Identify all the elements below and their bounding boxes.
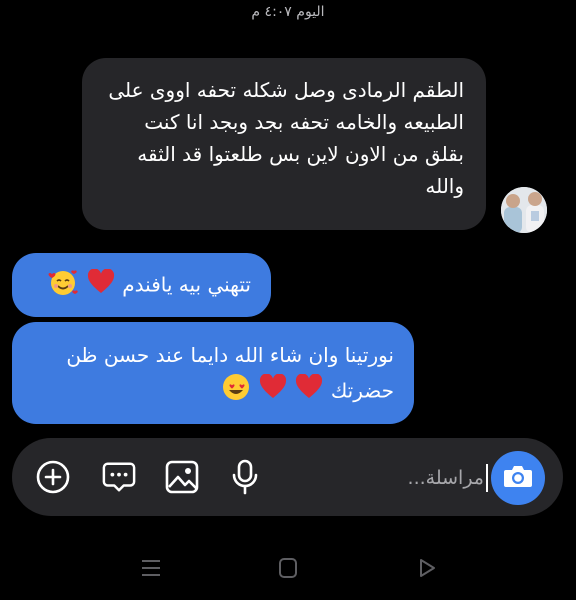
smiling-face-with-hearts-icon (47, 267, 79, 305)
microphone-icon[interactable] (228, 459, 262, 495)
gallery-icon[interactable] (165, 460, 199, 494)
timestamp-text: اليوم ٤:٠٧ م (251, 4, 325, 20)
chat-bubble-dots-icon[interactable] (102, 460, 136, 494)
menu-icon[interactable] (137, 554, 165, 582)
sent-message-bubble[interactable]: نورتينا وان شاء الله دايما عند حسن ظن حض… (12, 322, 414, 424)
sender-avatar[interactable] (501, 187, 547, 233)
message-composer: مراسلة... (12, 438, 563, 516)
message-text: الطقم الرمادى وصل شكله تحفه اووى على الط… (108, 78, 464, 198)
system-navigation-bar (0, 540, 576, 600)
received-message-bubble[interactable]: الطقم الرمادى وصل شكله تحفه اووى على الط… (82, 58, 486, 230)
sent-message-bubble[interactable]: تتهني بيه يافندم (12, 253, 271, 317)
text-caret (486, 464, 488, 492)
message-text: تتهني بيه يافندم (122, 272, 251, 297)
smiling-face-with-heart-eyes-icon (221, 372, 251, 412)
red-heart-icon (295, 373, 323, 410)
plus-circle-icon[interactable] (36, 460, 70, 494)
camera-button[interactable] (491, 451, 545, 505)
back-icon[interactable] (413, 554, 441, 582)
message-input[interactable]: مراسلة... (392, 462, 488, 494)
message-input-placeholder: مراسلة... (407, 467, 484, 489)
home-icon[interactable] (274, 554, 302, 582)
message-timestamp: اليوم ٤:٠٧ م (0, 4, 576, 20)
camera-icon (503, 463, 533, 493)
red-heart-icon (259, 373, 287, 410)
red-heart-icon (87, 268, 115, 303)
